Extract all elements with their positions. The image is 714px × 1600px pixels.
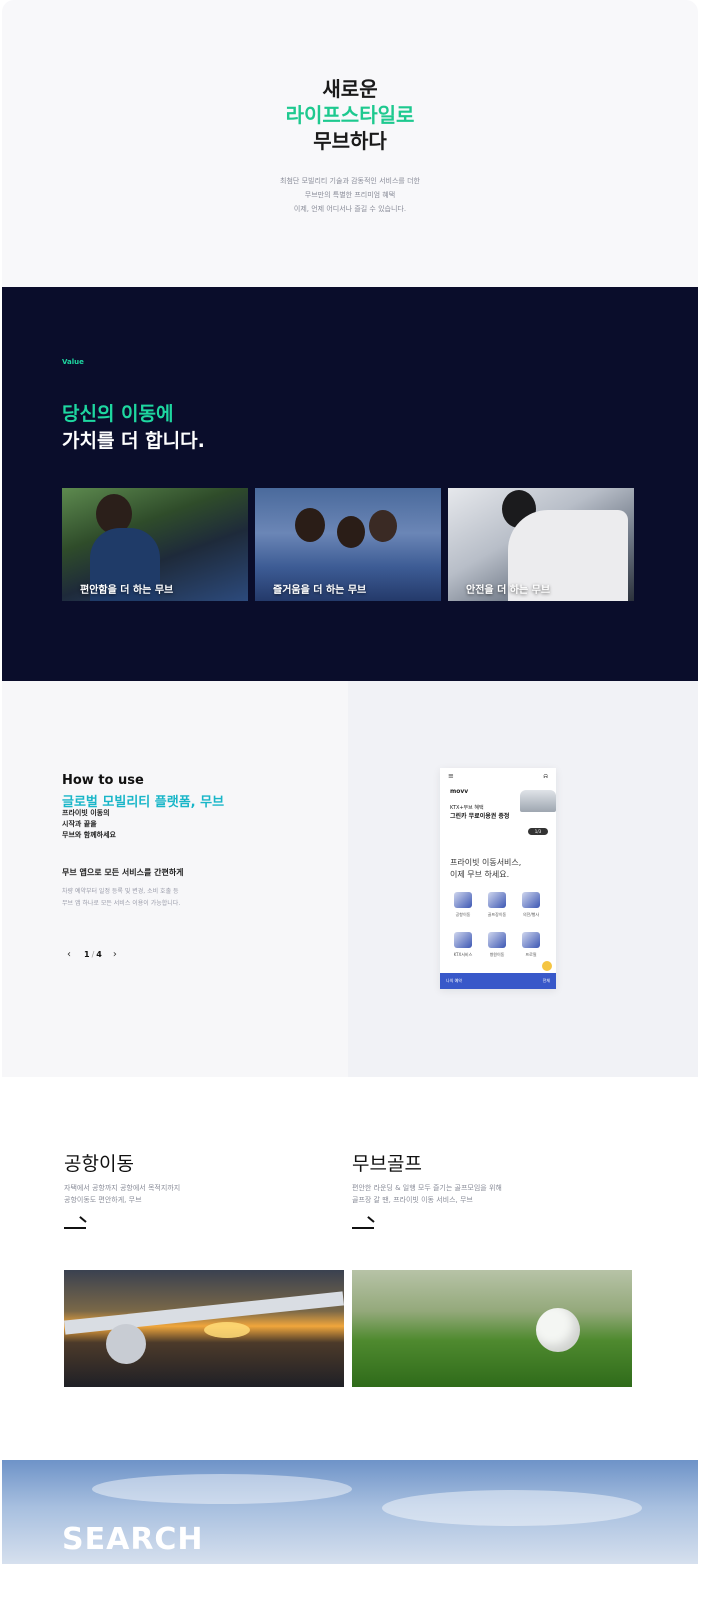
- search-section: SEARCH: [2, 1460, 698, 1564]
- chevron-left-icon[interactable]: ‹: [62, 947, 76, 961]
- slide-pager: ‹ 1 / 4 ›: [62, 947, 122, 961]
- app-phone-mockup: ≡ ⍾ movv KTX+무브 혜택 그린카 무료이용권 증정 1/3 프라이빗…: [440, 768, 556, 989]
- app-banner-pager: 1/3: [528, 828, 548, 835]
- pager-separator: /: [91, 949, 95, 959]
- app-service-label: 병원이동: [489, 952, 505, 957]
- service-title: 무브골프: [352, 1153, 422, 1175]
- step-desc-1: 차량 예약부터 일정 등록 및 변경, 소비 호출 등: [62, 888, 179, 895]
- search-label[interactable]: SEARCH: [62, 1522, 204, 1557]
- golf-icon: [488, 892, 506, 908]
- service-desc: 자택에서 공항까지 공항에서 목적지까지 공항이동도 편안하게, 무브: [64, 1182, 180, 1206]
- person-image: [295, 508, 325, 542]
- app-top-bar: ≡ ⍾: [448, 772, 548, 780]
- service-desc-line: 공항이동도 편안하게, 무브: [64, 1196, 142, 1204]
- person-image: [369, 510, 397, 542]
- value-tag: Value: [62, 358, 84, 366]
- service-title: 공항이동: [64, 1153, 134, 1175]
- flag-icon: [522, 892, 540, 908]
- cloud-shape: [382, 1490, 642, 1526]
- service-desc: 편안한 라운딩 & 일행 모두 즐기는 골프모임을 위해 골프장 갈 땐, 프라…: [352, 1182, 502, 1206]
- chevron-right-icon[interactable]: ›: [108, 947, 122, 961]
- step-title: 무브 앱으로 모든 서비스를 간편하게: [62, 868, 184, 877]
- app-promo-line2: 그린카 무료이용권 증정: [450, 813, 510, 820]
- how-title: How to use: [62, 773, 144, 788]
- page: 새로운 라이프스타일로 무브하다 최첨단 모빌리티 기술과 감동적인 서비스를 …: [2, 0, 698, 1600]
- hero-title-line3: 무브하다: [313, 129, 387, 153]
- hero-desc-3: 이제, 언제 어디서나 즐길 수 있습니다.: [293, 205, 407, 213]
- app-service-label: 프로필: [525, 952, 537, 957]
- hero-title-line2: 라이프스타일로: [285, 103, 415, 127]
- hospital-icon: [488, 932, 506, 948]
- hero-desc-2: 무브만의 특별한 프리미엄 혜택: [304, 191, 396, 199]
- app-service-item[interactable]: 공항이동: [446, 892, 480, 924]
- app-service-item[interactable]: 골프장이동: [480, 892, 514, 924]
- service-airport: 공항이동 자택에서 공항까지 공항에서 목적지까지 공항이동도 편안하게, 무브: [64, 1149, 180, 1230]
- app-service-item[interactable]: KTX서비스: [446, 932, 480, 964]
- airplane-image[interactable]: [64, 1270, 344, 1387]
- golf-ball: [536, 1308, 580, 1352]
- how-to-use-section: How to use 글로벌 모빌리티 플랫폼, 무브 프라이빗 이동의 시작과…: [2, 681, 698, 1077]
- value-title-line2: 가치를 더 합니다.: [62, 430, 205, 452]
- step-desc-2: 무브 앱 하나로 모든 서비스 이용이 가능합니다.: [62, 900, 181, 907]
- hero-section: 새로운 라이프스타일로 무브하다 최첨단 모빌리티 기술과 감동적인 서비스를 …: [2, 0, 698, 287]
- value-card-safety[interactable]: 안전을 더 하는 무브: [448, 488, 634, 601]
- app-service-label: 공항이동: [455, 912, 471, 917]
- value-card-fun[interactable]: 즐거움을 더 하는 무브: [255, 488, 441, 601]
- chat-badge-icon[interactable]: [540, 959, 554, 973]
- hero-desc-1: 최첨단 모빌리티 기술과 감동적인 서비스를 더한: [280, 177, 420, 185]
- value-card-caption: 즐거움을 더 하는 무브: [273, 585, 367, 596]
- arrow-right-icon[interactable]: [352, 1216, 375, 1230]
- airplane-engine: [106, 1324, 146, 1364]
- cloud-shape: [92, 1474, 352, 1504]
- service-desc-line: 골프장 갈 땐, 프라이빗 이동 서비스, 무브: [352, 1196, 473, 1204]
- app-service-grid: 공항이동 골프장이동 의전/행사 KTX서비스 병원이동 프로필: [446, 892, 550, 964]
- bell-icon[interactable]: ⍾: [543, 772, 548, 780]
- value-title-line1: 당신의 이동에: [62, 403, 174, 425]
- services-section: 공항이동 자택에서 공항까지 공항에서 목적지까지 공항이동도 편안하게, 무브…: [2, 1077, 698, 1460]
- person-image: [337, 516, 365, 548]
- airplane-icon: [454, 892, 472, 908]
- all-label[interactable]: 전체: [543, 978, 550, 984]
- how-para-3: 무브와 함께하세요: [62, 831, 116, 839]
- app-service-label: KTX서비스: [453, 952, 473, 957]
- app-service-item[interactable]: 병원이동: [480, 932, 514, 964]
- app-promo-line1: KTX+무브 혜택: [450, 805, 484, 811]
- menu-icon[interactable]: ≡: [448, 772, 454, 780]
- car-image: [520, 790, 556, 812]
- app-logo: movv: [450, 788, 469, 795]
- my-reservation-label[interactable]: 나의 예약: [446, 978, 462, 984]
- gift-icon: [522, 932, 540, 948]
- service-desc-line: 자택에서 공항까지 공항에서 목적지까지: [64, 1184, 181, 1192]
- arrow-right-icon[interactable]: [64, 1216, 87, 1230]
- app-headline-1: 프라이빗 이동서비스,: [450, 858, 522, 867]
- golf-image[interactable]: [352, 1270, 632, 1387]
- sun-glow: [204, 1322, 250, 1338]
- value-card-caption: 편안함을 더 하는 무브: [80, 585, 174, 596]
- pager-total: 4: [96, 949, 102, 959]
- app-service-label: 의전/행사: [522, 912, 540, 917]
- app-headline-2: 이제 무브 하세요.: [450, 870, 510, 879]
- app-service-label: 골프장이동: [487, 912, 507, 917]
- how-para-2: 시작과 끝을: [62, 820, 97, 828]
- how-para-1: 프라이빗 이동의: [62, 809, 110, 817]
- train-icon: [454, 932, 472, 948]
- value-section: Value 당신의 이동에 가치를 더 합니다. 편안함을 더 하는 무브 즐거…: [2, 287, 698, 681]
- hero-title-line1: 새로운: [322, 77, 378, 101]
- service-desc-line: 편안한 라운딩 & 일행 모두 즐기는 골프모임을 위해: [352, 1184, 502, 1192]
- app-service-item[interactable]: 의전/행사: [514, 892, 548, 924]
- value-card-comfort[interactable]: 편안함을 더 하는 무브: [62, 488, 248, 601]
- pager-current: 1: [84, 949, 90, 959]
- value-card-caption: 안전을 더 하는 무브: [466, 585, 551, 596]
- service-golf: 무브골프 편안한 라운딩 & 일행 모두 즐기는 골프모임을 위해 골프장 갈 …: [352, 1149, 502, 1230]
- app-bottom-bar: 나의 예약 전체: [440, 973, 556, 989]
